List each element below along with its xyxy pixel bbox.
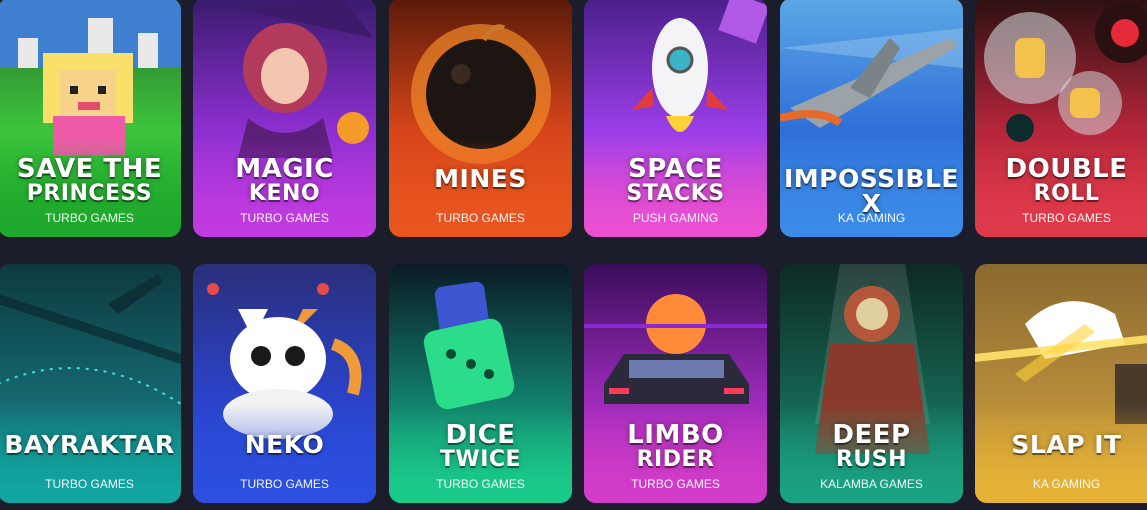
game-title-line1: BAYRAKTAR <box>4 430 175 459</box>
game-title: SPACE STACKS <box>584 156 767 205</box>
game-title: DEEP RUSH <box>780 422 963 471</box>
game-title-line1: IMPOSSIBLE X <box>783 164 959 218</box>
game-title: BAYRAKTAR <box>0 432 181 457</box>
game-title: SAVE THE PRINCESS <box>0 156 181 205</box>
game-title-line1: SLAP IT <box>1011 430 1122 459</box>
game-title-line1: MINES <box>434 164 527 193</box>
game-provider: TURBO GAMES <box>436 477 525 491</box>
game-artwork <box>975 264 1147 503</box>
game-card[interactable]: SAVE THE PRINCESS TURBO GAMES <box>0 0 181 237</box>
game-provider: KA GAMING <box>1032 477 1101 491</box>
game-title-line2: TWICE <box>439 447 522 472</box>
game-title-line2: PRINCESS <box>26 181 153 206</box>
game-artwork <box>0 264 181 503</box>
game-provider: TURBO GAMES <box>1022 211 1111 225</box>
game-card[interactable]: SPACE STACKS PUSH GAMING <box>584 0 767 237</box>
game-title-line1: DEEP <box>832 420 911 450</box>
game-provider: KALAMBA GAMES <box>820 477 923 491</box>
game-title-line1: DOUBLE <box>1005 154 1128 184</box>
game-title-line2: RIDER <box>636 447 715 472</box>
game-provider: TURBO GAMES <box>45 211 134 225</box>
game-title-line2: STACKS <box>626 181 725 206</box>
game-card[interactable]: DOUBLE ROLL TURBO GAMES <box>975 0 1147 237</box>
game-title-line1: MAGIC <box>235 154 334 184</box>
game-title-line1: SAVE THE <box>16 154 163 184</box>
game-title-line1: LIMBO <box>627 420 724 450</box>
game-provider: TURBO GAMES <box>45 477 134 491</box>
game-title: MINES <box>389 166 572 191</box>
game-title: NEKO <box>193 432 376 457</box>
game-provider: TURBO GAMES <box>631 477 720 491</box>
game-title-line2: ROLL <box>1033 181 1100 206</box>
game-title-line2: RUSH <box>835 447 908 472</box>
game-title-line1: DICE <box>445 420 516 450</box>
game-card[interactable]: SLAP IT KA GAMING <box>975 264 1147 503</box>
game-provider: PUSH GAMING <box>632 211 719 225</box>
game-title: MAGIC KENO <box>193 156 376 205</box>
game-title: DOUBLE ROLL <box>975 156 1147 205</box>
game-title: LIMBO RIDER <box>584 422 767 471</box>
game-artwork <box>389 0 572 237</box>
game-artwork <box>193 264 376 503</box>
game-card[interactable]: DICE TWICE TURBO GAMES <box>389 264 572 503</box>
game-card[interactable]: LIMBO RIDER TURBO GAMES <box>584 264 767 503</box>
game-card[interactable]: BAYRAKTAR TURBO GAMES <box>0 264 181 503</box>
game-card[interactable]: MAGIC KENO TURBO GAMES <box>193 0 376 237</box>
game-title: DICE TWICE <box>389 422 572 471</box>
game-title: SLAP IT <box>975 432 1147 457</box>
game-provider: TURBO GAMES <box>436 211 525 225</box>
game-provider: TURBO GAMES <box>240 477 329 491</box>
game-title: IMPOSSIBLE X <box>780 166 963 216</box>
game-provider: TURBO GAMES <box>240 211 329 225</box>
game-title-line2: KENO <box>248 181 321 206</box>
game-title-line1: SPACE <box>628 154 723 184</box>
game-provider: KA GAMING <box>837 211 906 225</box>
game-grid: SAVE THE PRINCESS TURBO GAMES MAGIC KENO TUR… <box>0 0 1147 510</box>
game-card[interactable]: MINES TURBO GAMES <box>389 0 572 237</box>
game-card[interactable]: NEKO TURBO GAMES <box>193 264 376 503</box>
game-card[interactable]: IMPOSSIBLE X KA GAMING <box>780 0 963 237</box>
game-card[interactable]: DEEP RUSH KALAMBA GAMES <box>780 264 963 503</box>
game-title-line1: NEKO <box>244 430 325 459</box>
